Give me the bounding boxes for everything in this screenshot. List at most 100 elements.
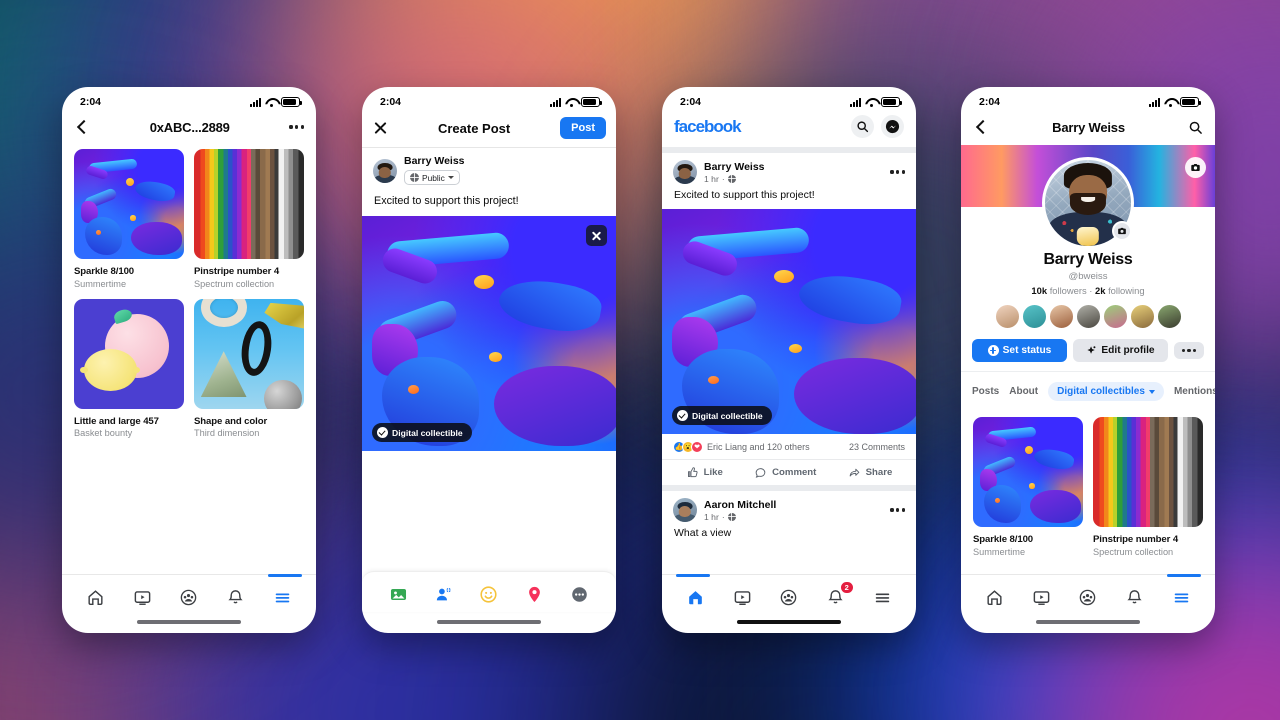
tab-notifications[interactable]: 2: [823, 581, 854, 610]
post-2: Aaron Mitchell 1 hr · What a view: [662, 485, 916, 539]
collectible-card[interactable]: Pinstripe number 4 Spectrum collection: [194, 149, 304, 289]
ellipsis-icon: [1181, 348, 1197, 353]
collectible-card[interactable]: Shape and color Third dimension: [194, 298, 304, 438]
tab-watch[interactable]: [729, 584, 755, 610]
groups-icon: [1080, 589, 1096, 605]
more-options-button[interactable]: [567, 582, 591, 606]
menu-icon: [875, 593, 890, 602]
composer-text[interactable]: Excited to support this project!: [362, 191, 616, 216]
post-time: 1 hr: [704, 173, 719, 184]
following-label: following: [1108, 285, 1145, 296]
collectible-art-fruit: [74, 298, 184, 409]
like-button[interactable]: Like: [686, 466, 723, 479]
cellular-signal-icon: [850, 97, 861, 107]
close-icon[interactable]: [372, 120, 388, 136]
tab-home[interactable]: [682, 584, 708, 610]
tab-menu[interactable]: [270, 584, 296, 610]
tab-notifications[interactable]: [1122, 584, 1148, 610]
facebook-logo[interactable]: facebook: [674, 117, 742, 137]
tab-groups[interactable]: [1075, 584, 1101, 610]
search-icon[interactable]: [1188, 120, 1203, 135]
post-menu-icon[interactable]: [890, 508, 905, 512]
post-button[interactable]: Post: [560, 117, 606, 139]
set-status-button[interactable]: Set status: [972, 339, 1067, 362]
collectible-card[interactable]: Sparkle 8/100 Summertime: [973, 417, 1083, 557]
tab-home[interactable]: [981, 584, 1007, 610]
tab-posts[interactable]: Posts: [972, 386, 999, 397]
composer-author-row: Barry Weiss Public: [362, 148, 616, 191]
avatar[interactable]: [673, 160, 697, 184]
friend-avatar[interactable]: [1021, 304, 1047, 329]
back-icon[interactable]: [74, 119, 90, 135]
friend-avatar[interactable]: [1129, 304, 1155, 329]
meta-separator: ·: [721, 511, 725, 522]
collectible-art-stripe: [194, 149, 304, 259]
search-icon: [857, 121, 869, 133]
phone-wallet-collectibles: 2:04 0xABC...2889 Sparkle 8/100 Summerti…: [62, 87, 316, 633]
tab-mentions[interactable]: Mentions: [1174, 386, 1215, 397]
comment-label: Comment: [772, 467, 817, 478]
collectible-art-shapes: [194, 298, 304, 409]
post-media[interactable]: Digital collectible: [662, 209, 916, 434]
post-author-name: Barry Weiss: [704, 160, 765, 173]
audience-selector[interactable]: Public: [404, 170, 460, 185]
tab-digital-collectibles[interactable]: Digital collectibles: [1048, 382, 1164, 401]
post-text: Excited to support this project!: [674, 189, 815, 201]
collectible-art-stripe: [1093, 417, 1203, 527]
tab-menu[interactable]: [1169, 584, 1195, 610]
edit-profile-label: Edit profile: [1101, 345, 1155, 356]
edit-profile-button[interactable]: Edit profile: [1073, 339, 1168, 362]
profile-body: Barry Weiss @bweiss 10k followers · 2k f…: [961, 207, 1215, 557]
edit-profile-picture-button[interactable]: [1112, 221, 1132, 241]
collectible-card[interactable]: Little and large 457 Basket bounty: [74, 298, 184, 438]
share-button[interactable]: Share: [848, 466, 892, 479]
tab-watch[interactable]: [129, 584, 155, 610]
camera-icon: [1118, 227, 1126, 235]
tab-about[interactable]: About: [1009, 386, 1038, 397]
tab-notifications[interactable]: [223, 584, 249, 610]
friend-avatar[interactable]: [1156, 304, 1182, 329]
verified-check-icon: [377, 427, 388, 438]
thumbs-up-icon: [687, 467, 698, 478]
tab-watch[interactable]: [1028, 584, 1054, 610]
home-indicator-wrap: [62, 612, 316, 633]
tab-home[interactable]: [82, 584, 108, 610]
video-icon: [734, 590, 751, 605]
comments-count[interactable]: 23 Comments: [849, 442, 905, 452]
bell-icon: [228, 589, 243, 603]
collectible-card[interactable]: Sparkle 8/100 Summertime: [74, 149, 184, 289]
edit-icon: [1087, 346, 1096, 354]
battery-icon: [281, 97, 302, 107]
profile-action-buttons: Set status Edit profile: [961, 329, 1215, 362]
friend-avatar[interactable]: [1075, 304, 1101, 329]
friend-avatar[interactable]: [1048, 304, 1074, 329]
profile-more-button[interactable]: [1174, 341, 1204, 360]
tab-menu[interactable]: [870, 584, 896, 610]
messenger-button[interactable]: [881, 115, 904, 138]
collectible-card[interactable]: Pinstripe number 4 Spectrum collection: [1093, 417, 1203, 557]
photo-video-button[interactable]: [387, 582, 411, 606]
edit-cover-photo-button[interactable]: [1185, 157, 1206, 178]
friend-avatar[interactable]: [994, 304, 1020, 329]
meta-separator: ·: [721, 173, 725, 184]
home-indicator-wrap: [961, 612, 1215, 633]
post-menu-icon[interactable]: [890, 170, 905, 174]
remove-media-button[interactable]: [586, 225, 607, 246]
ellipsis-icon[interactable]: [289, 125, 304, 129]
collectible-art-sparkle: [74, 149, 184, 259]
comment-button[interactable]: Comment: [754, 466, 816, 479]
feeling-activity-button[interactable]: [477, 582, 501, 606]
tab-groups[interactable]: [176, 584, 202, 610]
tag-people-button[interactable]: [432, 582, 456, 606]
tab-groups[interactable]: [776, 584, 802, 610]
reactions-text[interactable]: Eric Liang and 120 others: [707, 442, 810, 452]
home-indicator: [437, 620, 541, 624]
check-in-button[interactable]: [522, 582, 546, 606]
avatar[interactable]: [673, 498, 697, 522]
friend-avatar[interactable]: [1102, 304, 1128, 329]
avatar[interactable]: [373, 159, 397, 183]
bottom-tab-bar: [62, 574, 316, 612]
back-icon[interactable]: [973, 119, 989, 135]
status-bar: 2:04: [62, 87, 316, 113]
search-button[interactable]: [851, 115, 874, 138]
